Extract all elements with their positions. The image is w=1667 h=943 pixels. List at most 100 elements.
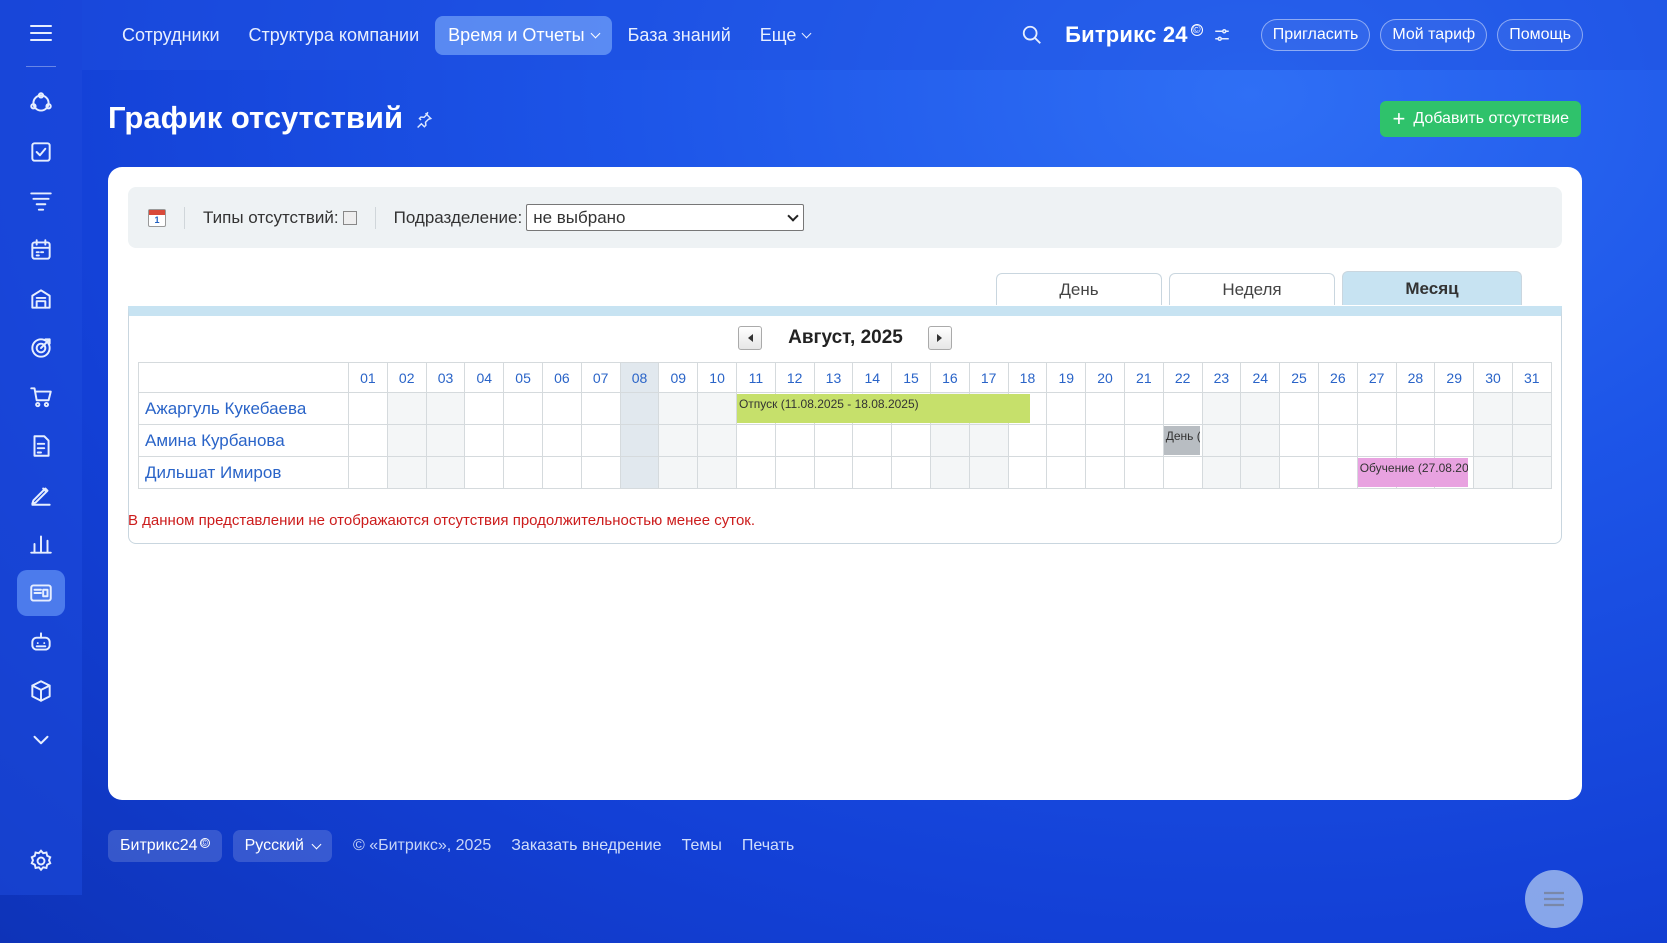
sidebar-item-company[interactable] bbox=[17, 570, 65, 616]
calendar-icon[interactable]: 1 bbox=[148, 208, 166, 227]
employee-name-link[interactable]: Дильшат Имиров bbox=[138, 456, 349, 489]
day-cell[interactable] bbox=[1279, 456, 1319, 489]
day-cell[interactable] bbox=[541, 456, 582, 489]
day-cell[interactable] bbox=[968, 424, 1009, 457]
day-cell[interactable] bbox=[348, 456, 388, 489]
day-cell[interactable] bbox=[1240, 456, 1281, 489]
day-cell[interactable] bbox=[1395, 392, 1436, 425]
day-cell[interactable] bbox=[1356, 424, 1397, 457]
employee-name-link[interactable]: Амина Курбанова bbox=[138, 424, 349, 457]
pin-icon[interactable] bbox=[415, 111, 433, 129]
day-cell[interactable] bbox=[968, 456, 1009, 489]
day-cell[interactable] bbox=[1085, 456, 1125, 489]
day-cell[interactable] bbox=[1240, 392, 1281, 425]
sidebar-item-activity-stream[interactable] bbox=[17, 80, 65, 126]
day-cell[interactable] bbox=[503, 456, 543, 489]
day-cell[interactable] bbox=[1473, 456, 1513, 489]
sidebar-item-target[interactable] bbox=[17, 325, 65, 371]
day-cell[interactable] bbox=[735, 424, 776, 457]
menu-burger-icon[interactable] bbox=[28, 22, 54, 44]
tab-0[interactable]: День bbox=[996, 273, 1162, 305]
day-cell[interactable] bbox=[1240, 424, 1281, 457]
day-cell[interactable] bbox=[425, 456, 466, 489]
sidebar-item-sign[interactable] bbox=[17, 472, 65, 518]
footer-brand-button[interactable]: Битрикс24 © bbox=[108, 830, 222, 862]
absence-bar[interactable]: День ( bbox=[1163, 426, 1201, 455]
day-cell[interactable] bbox=[735, 456, 776, 489]
brand-logo[interactable]: Битрикс 24 © bbox=[1065, 22, 1203, 48]
day-cell[interactable] bbox=[541, 424, 582, 457]
prev-month-button[interactable] bbox=[738, 326, 763, 350]
sidebar-item-shop-cart[interactable] bbox=[17, 374, 65, 420]
day-cell[interactable] bbox=[1279, 424, 1319, 457]
nav-item-4[interactable]: Еще bbox=[747, 16, 824, 55]
day-cell[interactable] bbox=[1473, 424, 1513, 457]
day-cell[interactable] bbox=[658, 424, 699, 457]
day-cell[interactable] bbox=[464, 392, 505, 425]
themes-link[interactable]: Темы bbox=[682, 837, 722, 855]
day-cell[interactable] bbox=[1317, 392, 1358, 425]
day-cell[interactable] bbox=[697, 424, 737, 457]
day-cell[interactable] bbox=[1279, 392, 1319, 425]
day-cell[interactable] bbox=[1434, 424, 1475, 457]
my-tariff-button[interactable]: Мой тариф bbox=[1380, 19, 1488, 51]
day-cell[interactable] bbox=[1085, 424, 1125, 457]
sidebar-item-store[interactable] bbox=[17, 276, 65, 322]
day-cell[interactable] bbox=[1162, 456, 1203, 489]
day-cell[interactable] bbox=[386, 424, 427, 457]
tab-2[interactable]: Месяц bbox=[1342, 271, 1522, 305]
day-cell[interactable] bbox=[1007, 424, 1048, 457]
day-cell[interactable] bbox=[891, 424, 931, 457]
employee-name-link[interactable]: Ажаргуль Кукебаева bbox=[138, 392, 349, 425]
day-cell[interactable] bbox=[929, 424, 970, 457]
day-cell[interactable] bbox=[580, 392, 621, 425]
day-cell[interactable] bbox=[464, 424, 505, 457]
day-cell[interactable] bbox=[1201, 424, 1242, 457]
day-cell[interactable] bbox=[1511, 456, 1552, 489]
day-cell[interactable] bbox=[541, 392, 582, 425]
sidebar-item-automation[interactable] bbox=[17, 619, 65, 665]
chat-list-button[interactable] bbox=[1525, 870, 1583, 928]
day-cell[interactable] bbox=[619, 456, 660, 489]
day-cell[interactable] bbox=[619, 424, 660, 457]
day-cell[interactable] bbox=[1473, 392, 1513, 425]
day-cell[interactable] bbox=[1085, 392, 1125, 425]
day-cell[interactable] bbox=[386, 456, 427, 489]
day-cell[interactable] bbox=[464, 456, 505, 489]
day-cell[interactable]: День ( bbox=[1162, 424, 1203, 457]
division-select[interactable]: не выбрано bbox=[526, 204, 805, 231]
day-cell[interactable] bbox=[1201, 392, 1242, 425]
nav-item-2[interactable]: Время и Отчеты bbox=[435, 15, 612, 55]
day-cell[interactable] bbox=[697, 392, 737, 425]
day-cell[interactable] bbox=[503, 424, 543, 457]
day-cell[interactable] bbox=[1162, 392, 1203, 425]
day-cell[interactable]: Обучение (27.08.2025 - 29.08.2025) bbox=[1356, 456, 1468, 489]
add-absence-button[interactable]: + Добавить отсутствие bbox=[1380, 101, 1581, 137]
sidebar-item-tasks[interactable] bbox=[17, 129, 65, 175]
nav-item-3[interactable]: База знаний bbox=[615, 16, 744, 55]
day-cell[interactable] bbox=[852, 424, 893, 457]
day-cell[interactable] bbox=[929, 456, 970, 489]
day-cell[interactable] bbox=[891, 456, 931, 489]
search-icon[interactable] bbox=[1021, 24, 1043, 46]
day-cell[interactable] bbox=[580, 424, 621, 457]
tab-1[interactable]: Неделя bbox=[1169, 273, 1335, 305]
settings-gear-icon[interactable] bbox=[17, 838, 65, 884]
day-cell[interactable] bbox=[813, 456, 854, 489]
day-cell[interactable] bbox=[658, 456, 699, 489]
day-cell[interactable] bbox=[1511, 392, 1552, 425]
day-cell[interactable] bbox=[1317, 456, 1358, 489]
day-cell[interactable] bbox=[697, 456, 737, 489]
absence-types-checkbox[interactable] bbox=[342, 210, 357, 225]
day-cell[interactable] bbox=[503, 392, 543, 425]
day-cell[interactable] bbox=[1201, 456, 1242, 489]
day-cell[interactable] bbox=[1123, 424, 1164, 457]
day-cell[interactable] bbox=[813, 424, 854, 457]
sidebar-item-calendar[interactable] bbox=[17, 227, 65, 273]
day-cell[interactable] bbox=[425, 392, 466, 425]
order-implementation-link[interactable]: Заказать внедрение bbox=[511, 837, 661, 855]
absence-bar[interactable]: Обучение (27.08.2025 - 29.08.2025) bbox=[1357, 458, 1468, 487]
help-button[interactable]: Помощь bbox=[1497, 19, 1583, 51]
invite-button[interactable]: Пригласить bbox=[1260, 19, 1371, 51]
day-cell[interactable] bbox=[425, 424, 466, 457]
